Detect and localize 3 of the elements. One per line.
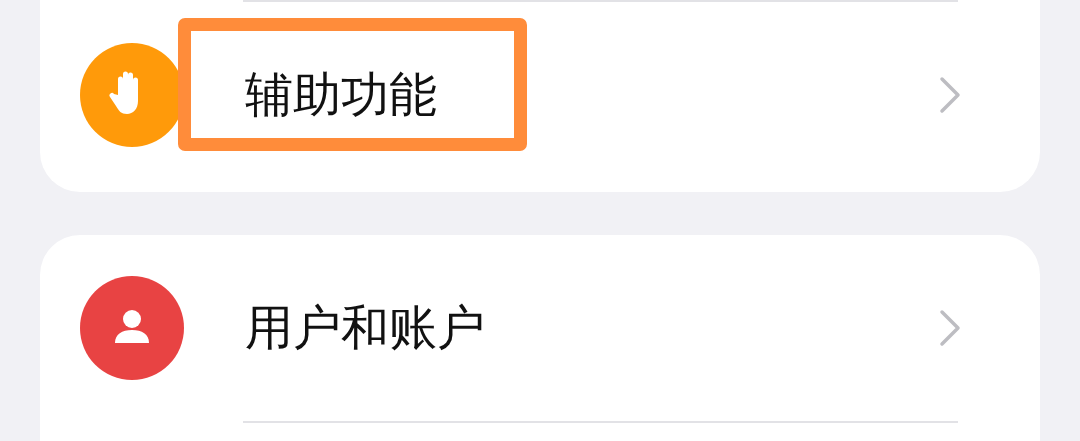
chevron-icon [938,75,962,115]
setting-label[interactable]: 用户和账户 [245,299,938,357]
chevron-icon [938,308,962,348]
